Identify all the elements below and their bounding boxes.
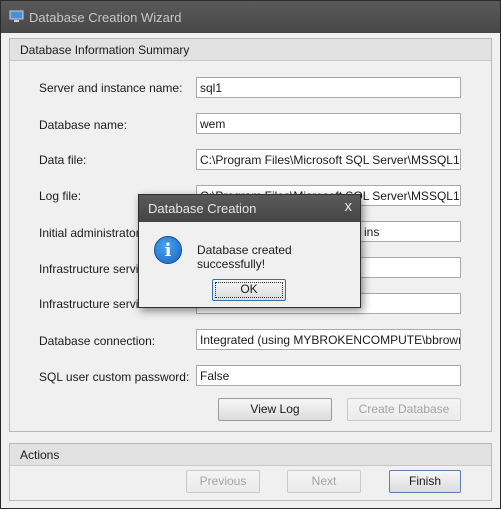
infrastructure-service-label-2: Infrastructure servic xyxy=(39,297,145,311)
summary-header: Database Information Summary xyxy=(10,39,491,61)
window-title: Database Creation Wizard xyxy=(29,10,182,25)
dialog-message: Database created successfully! xyxy=(197,243,292,271)
close-icon[interactable]: x xyxy=(345,198,353,215)
actions-header: Actions xyxy=(10,444,491,466)
log-file-label: Log file: xyxy=(39,189,82,203)
dialog-title: Database Creation xyxy=(148,201,257,216)
server-instance-field[interactable]: sql1 xyxy=(196,77,461,98)
database-name-label: Database name: xyxy=(39,118,128,132)
finish-button[interactable]: Finish xyxy=(389,470,461,493)
ok-button[interactable]: OK xyxy=(212,279,286,301)
infrastructure-service-label-1: Infrastructure servic xyxy=(39,262,145,276)
database-connection-label: Database connection: xyxy=(39,334,156,348)
computer-screen-icon xyxy=(9,10,24,22)
sql-password-label: SQL user custom password: xyxy=(39,370,190,384)
info-icon: i xyxy=(154,236,182,264)
previous-button[interactable]: Previous xyxy=(186,470,260,493)
initial-administrators-value: ins xyxy=(364,225,380,239)
dialog-titlebar[interactable]: Database Creation x xyxy=(139,195,360,222)
database-name-field[interactable]: wem xyxy=(196,113,461,134)
view-log-button[interactable]: View Log xyxy=(218,398,332,421)
database-creation-dialog: Database Creation x i Database created s… xyxy=(138,194,361,308)
create-database-button[interactable]: Create Database xyxy=(347,398,461,421)
window-titlebar[interactable]: Database Creation Wizard xyxy=(1,1,500,33)
sql-password-field[interactable]: False xyxy=(196,365,461,386)
database-connection-field[interactable]: Integrated (using MYBROKENCOMPUTE\bbrown… xyxy=(196,329,461,350)
data-file-label: Data file: xyxy=(39,153,87,167)
initial-administrators-label: Initial administrators xyxy=(39,226,146,240)
next-button[interactable]: Next xyxy=(287,470,361,493)
data-file-field[interactable]: C:\Program Files\Microsoft SQL Server\MS… xyxy=(196,149,461,170)
server-instance-label: Server and instance name: xyxy=(39,81,183,95)
